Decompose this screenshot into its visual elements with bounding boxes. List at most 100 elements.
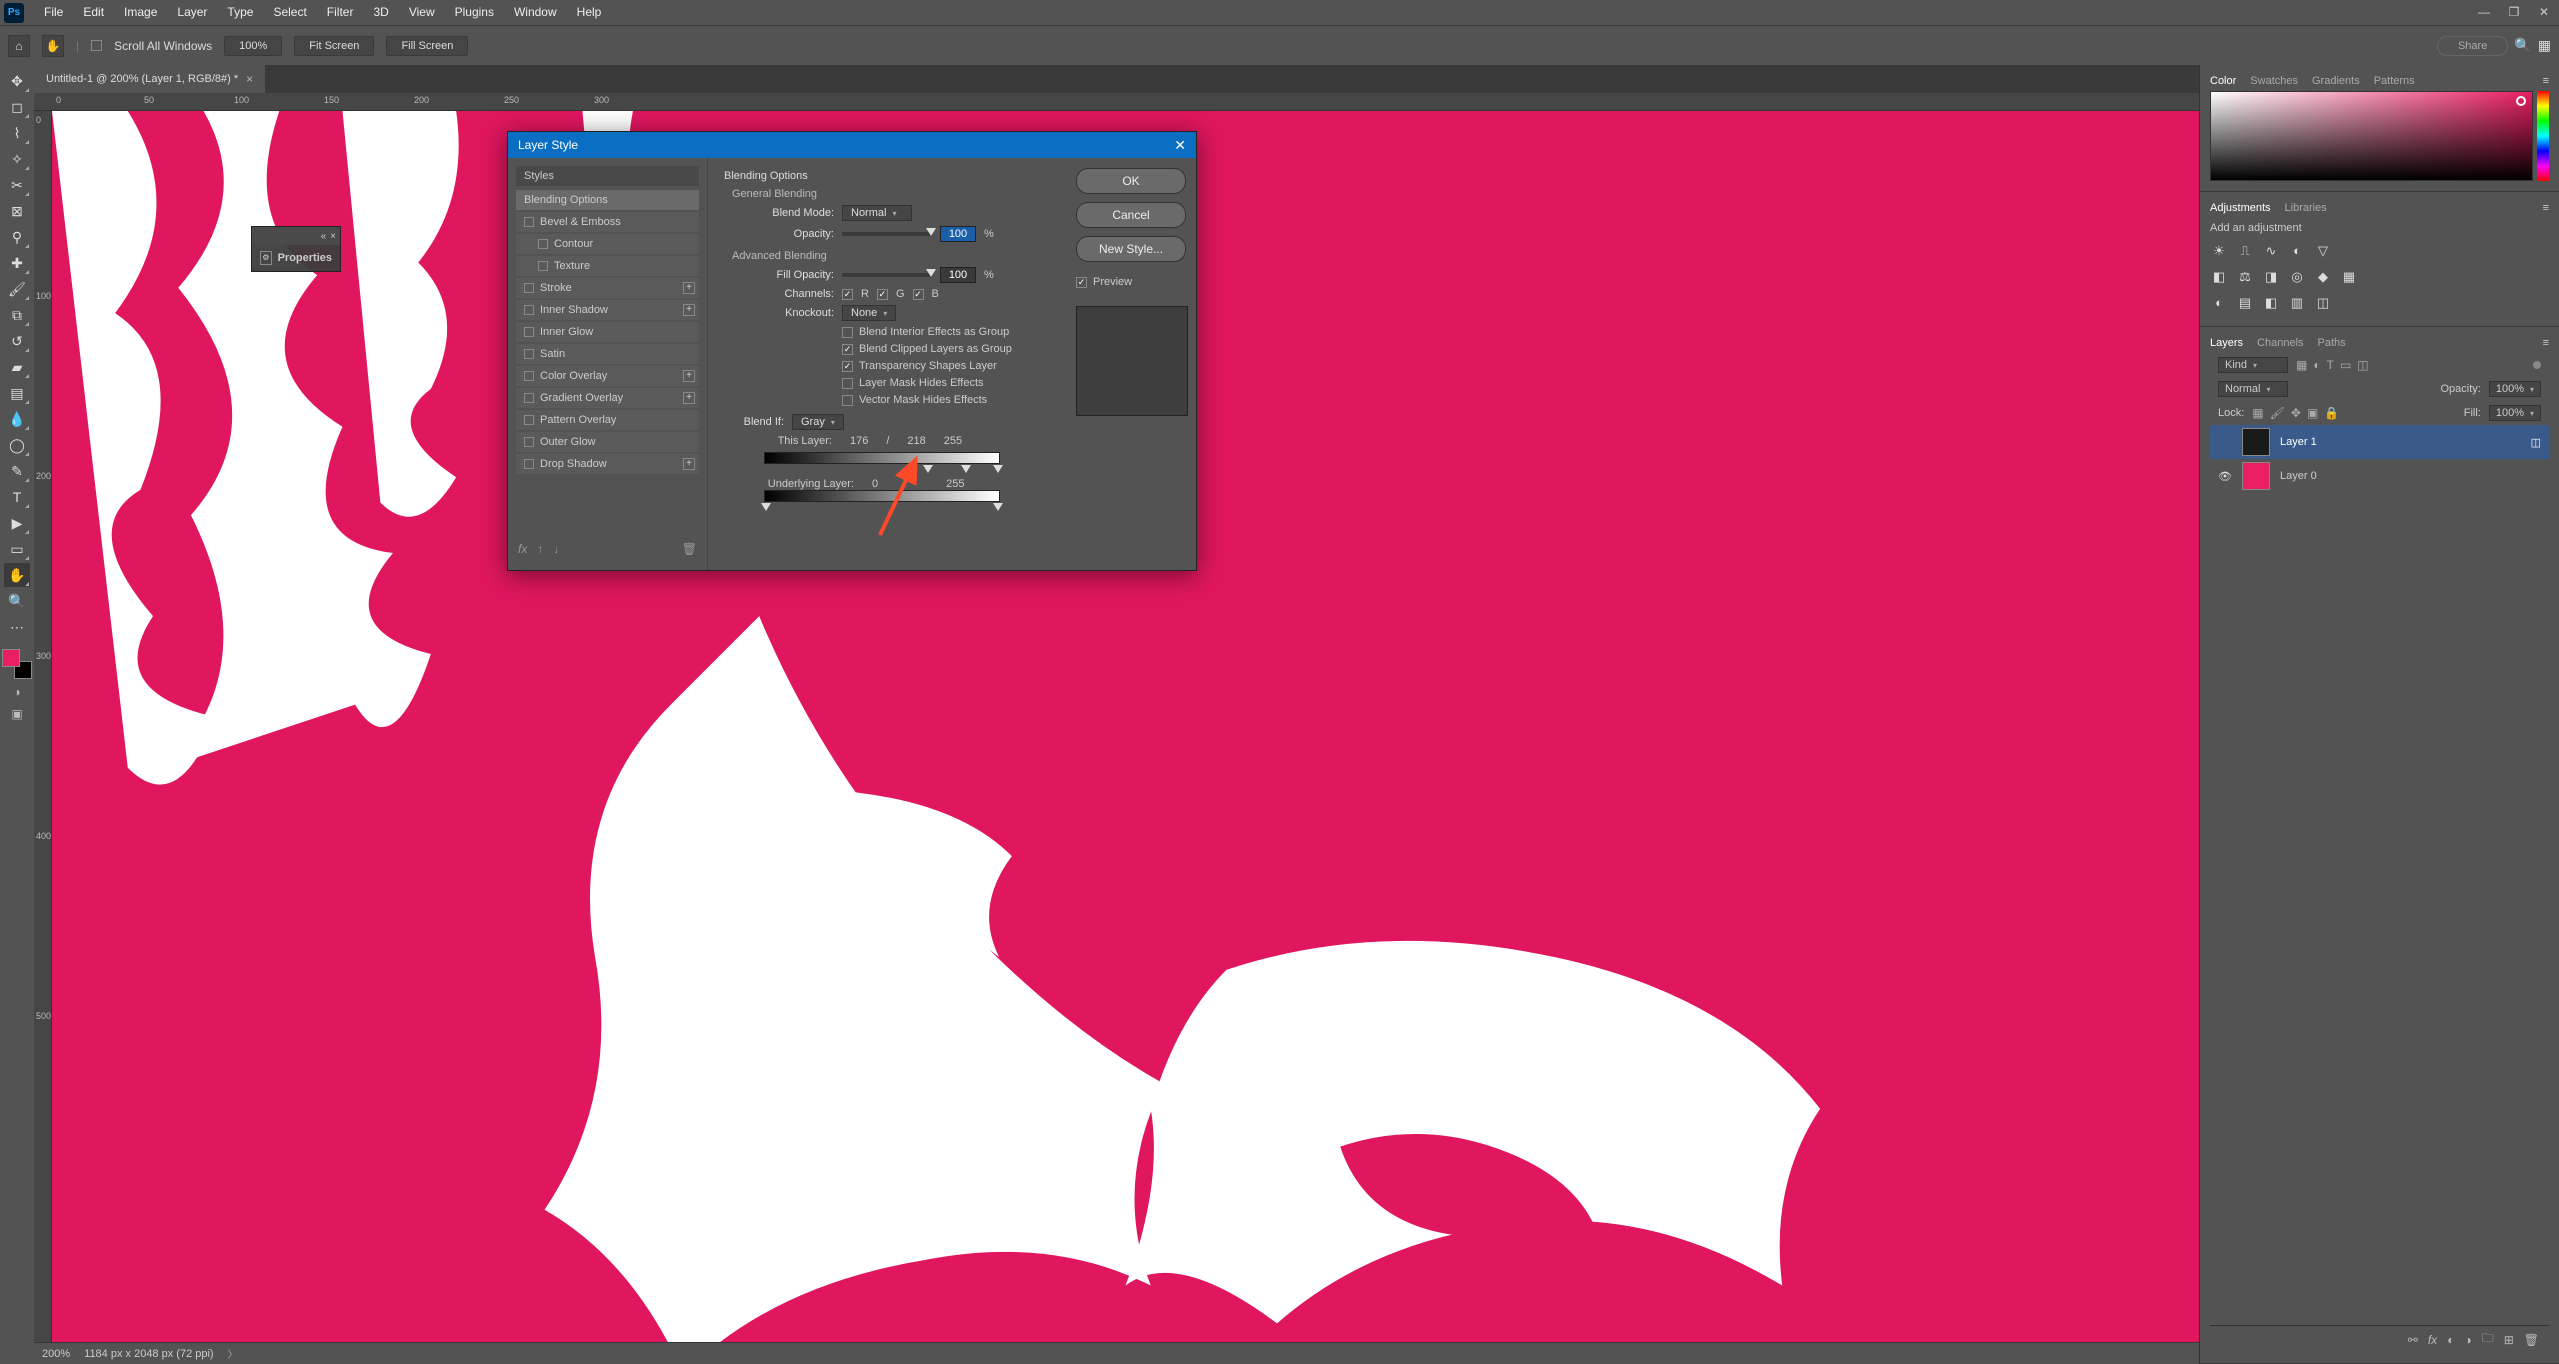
dialog-titlebar[interactable]: Layer Style ✕ bbox=[508, 132, 1196, 158]
style-bevel[interactable]: Bevel & Emboss bbox=[516, 212, 699, 232]
adv-check-4[interactable] bbox=[842, 395, 853, 406]
style-contour[interactable]: Contour bbox=[516, 234, 699, 254]
menu-type[interactable]: Type bbox=[217, 0, 263, 25]
cancel-button[interactable]: Cancel bbox=[1076, 202, 1186, 228]
vibrance-icon[interactable]: ▽ bbox=[2314, 242, 2332, 260]
levels-icon[interactable]: ⎍ bbox=[2236, 242, 2254, 260]
layer-opacity-input[interactable]: 100% bbox=[2489, 381, 2541, 397]
layer-thumbnail[interactable] bbox=[2242, 462, 2270, 490]
exposure-icon[interactable]: ◐ bbox=[2288, 242, 2306, 260]
menu-select[interactable]: Select bbox=[263, 0, 316, 25]
adjustment-layer-icon[interactable]: ◑ bbox=[2464, 1333, 2471, 1347]
group-icon[interactable]: 🗀 bbox=[2482, 1329, 2494, 1350]
zoom-level[interactable]: 200% bbox=[42, 1348, 70, 1360]
fg-bg-colors[interactable] bbox=[2, 649, 32, 679]
layer-name[interactable]: Layer 1 bbox=[2280, 436, 2317, 448]
fx-icon[interactable]: fx bbox=[518, 542, 527, 556]
up-arrow-icon[interactable]: ↑ bbox=[537, 542, 543, 556]
threshold-icon[interactable]: ◧ bbox=[2262, 294, 2280, 312]
history-brush-tool-icon[interactable]: ↺ bbox=[4, 329, 30, 353]
zoom-100-button[interactable]: 100% bbox=[224, 36, 282, 56]
underlying-black-handle[interactable] bbox=[761, 503, 771, 511]
bw-icon[interactable]: ◨ bbox=[2262, 268, 2280, 286]
preview-check[interactable] bbox=[1076, 277, 1087, 288]
color-picker[interactable] bbox=[2210, 91, 2533, 181]
channel-g-check[interactable] bbox=[877, 289, 888, 300]
blur-tool-icon[interactable]: 💧 bbox=[4, 407, 30, 431]
posterize-icon[interactable]: ▤ bbox=[2236, 294, 2254, 312]
move-tool-icon[interactable]: ✥ bbox=[4, 69, 30, 93]
stamp-tool-icon[interactable]: ⧉ bbox=[4, 303, 30, 327]
zoom-tool-icon[interactable]: 🔍 bbox=[4, 589, 30, 613]
close-tab-icon[interactable]: × bbox=[246, 65, 253, 93]
style-inner-glow[interactable]: Inner Glow bbox=[516, 322, 699, 342]
new-layer-icon[interactable]: ⊞ bbox=[2504, 1333, 2514, 1347]
share-button[interactable]: Share bbox=[2437, 36, 2508, 56]
tab-gradients[interactable]: Gradients bbox=[2312, 75, 2360, 87]
layer-row[interactable]: 👁 Layer 0 bbox=[2210, 459, 2549, 493]
filter-adj-icon[interactable]: ◐ bbox=[2313, 358, 2320, 372]
eraser-tool-icon[interactable]: ▰ bbox=[4, 355, 30, 379]
lock-trans-icon[interactable]: ▦ bbox=[2252, 406, 2263, 420]
pen-tool-icon[interactable]: ✎ bbox=[4, 459, 30, 483]
tab-adjustments[interactable]: Adjustments bbox=[2210, 202, 2271, 214]
menu-layer[interactable]: Layer bbox=[167, 0, 217, 25]
menu-window[interactable]: Window bbox=[504, 0, 567, 25]
home-icon[interactable]: ⌂ bbox=[8, 35, 30, 57]
delete-layer-icon[interactable]: 🗑 bbox=[2524, 1333, 2539, 1347]
fill-opacity-slider[interactable] bbox=[842, 273, 932, 277]
path-select-tool-icon[interactable]: ▶ bbox=[4, 511, 30, 535]
properties-panel-float[interactable]: «× ⚙Properties bbox=[251, 226, 341, 272]
blendif-select[interactable]: Gray bbox=[792, 414, 844, 430]
shape-tool-icon[interactable]: ▭ bbox=[4, 537, 30, 561]
mask-icon[interactable]: ◐ bbox=[2447, 1333, 2454, 1347]
filter-smart-icon[interactable]: ◫ bbox=[2357, 358, 2368, 372]
style-satin[interactable]: Satin bbox=[516, 344, 699, 364]
hue-slider[interactable] bbox=[2537, 91, 2549, 181]
style-drop-shadow[interactable]: Drop Shadow+ bbox=[516, 454, 699, 474]
style-texture[interactable]: Texture bbox=[516, 256, 699, 276]
menu-file[interactable]: File bbox=[34, 0, 73, 25]
lock-paint-icon[interactable]: 🖌 bbox=[2270, 406, 2285, 420]
panel-menu-icon[interactable]: ≡ bbox=[2543, 75, 2549, 87]
layer-blendmode-select[interactable]: Normal bbox=[2218, 381, 2288, 397]
wand-tool-icon[interactable]: ✧ bbox=[4, 147, 30, 171]
this-layer-black-handle-2[interactable] bbox=[961, 465, 971, 473]
blend-mode-select[interactable]: Normal bbox=[842, 205, 912, 221]
gradient-map-icon[interactable]: ▥ bbox=[2288, 294, 2306, 312]
scroll-all-check[interactable] bbox=[91, 40, 102, 51]
colorbal-icon[interactable]: ⚖ bbox=[2236, 268, 2254, 286]
style-gradient-overlay[interactable]: Gradient Overlay+ bbox=[516, 388, 699, 408]
doc-info[interactable]: 1184 px x 2048 px (72 ppi) bbox=[84, 1348, 213, 1360]
collapse-icon[interactable]: « bbox=[321, 231, 327, 242]
frame-tool-icon[interactable]: ⊠ bbox=[4, 199, 30, 223]
visibility-toggle[interactable]: 👁 bbox=[2218, 470, 2232, 483]
panel-menu-icon[interactable]: ≡ bbox=[2543, 337, 2549, 349]
style-outer-glow[interactable]: Outer Glow bbox=[516, 432, 699, 452]
marquee-tool-icon[interactable]: ◻ bbox=[4, 95, 30, 119]
menu-view[interactable]: View bbox=[399, 0, 445, 25]
fit-screen-button[interactable]: Fit Screen bbox=[294, 36, 374, 56]
opacity-slider[interactable] bbox=[842, 232, 932, 236]
this-layer-track[interactable] bbox=[764, 452, 1000, 464]
new-style-button[interactable]: New Style... bbox=[1076, 236, 1186, 262]
window-minimize-icon[interactable]: — bbox=[2469, 0, 2499, 25]
layer-fill-input[interactable]: 100% bbox=[2489, 405, 2541, 421]
tab-patterns[interactable]: Patterns bbox=[2374, 75, 2415, 87]
panel-menu-icon[interactable]: ≡ bbox=[2543, 202, 2549, 214]
brush-tool-icon[interactable]: 🖌 bbox=[4, 277, 30, 301]
close-icon[interactable]: × bbox=[330, 231, 336, 242]
invert-icon[interactable]: ◐ bbox=[2210, 294, 2228, 312]
window-close-icon[interactable]: ✕ bbox=[2529, 0, 2559, 25]
trash-icon[interactable]: 🗑 bbox=[682, 542, 697, 556]
type-tool-icon[interactable]: T bbox=[4, 485, 30, 509]
underlying-track[interactable] bbox=[764, 490, 1000, 502]
selective-color-icon[interactable]: ◫ bbox=[2314, 294, 2332, 312]
style-stroke[interactable]: Stroke+ bbox=[516, 278, 699, 298]
filter-shape-icon[interactable]: ▭ bbox=[2340, 358, 2351, 372]
window-maximize-icon[interactable]: ❐ bbox=[2499, 0, 2529, 25]
channel-mixer-icon[interactable]: ◆ bbox=[2314, 268, 2332, 286]
tool-preset-icon[interactable]: ✋ bbox=[42, 35, 64, 57]
hand-tool-icon[interactable]: ✋ bbox=[4, 563, 30, 587]
layer-filter-select[interactable]: Kind bbox=[2218, 357, 2288, 373]
